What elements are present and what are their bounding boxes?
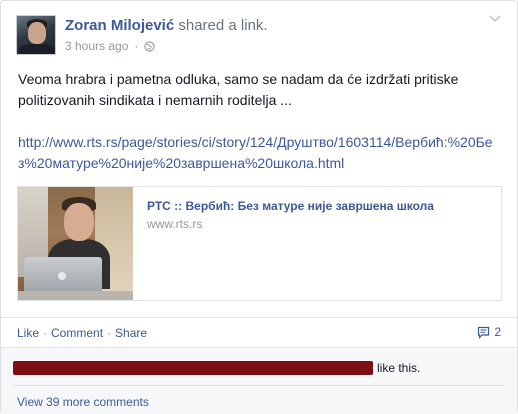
feedback-area: like this. View 39 more comments: [1, 347, 517, 414]
link-preview[interactable]: РТС :: Вербић: Без матуре није завршена …: [17, 186, 502, 301]
post-actions: Like · Comment · Share: [17, 326, 147, 340]
feedback-divider: [13, 385, 505, 386]
comment-icon: [478, 326, 490, 339]
comments-count-value: 2: [494, 325, 501, 339]
action-separator: ·: [107, 326, 112, 340]
comment-button[interactable]: Comment: [51, 326, 103, 340]
preview-thumbnail[interactable]: [18, 187, 133, 300]
action-separator: ·: [43, 326, 48, 340]
post-meta: 3 hours ago ·: [65, 39, 156, 53]
post-link[interactable]: http://www.rts.rs/page/stories/ci/story/…: [18, 132, 508, 174]
globe-icon[interactable]: [144, 40, 156, 52]
share-button[interactable]: Share: [115, 326, 147, 340]
author-name[interactable]: Zoran Milojević: [65, 17, 174, 34]
likes-row: like this.: [13, 361, 420, 375]
post-body: Veoma hrabra i pametna odluka, samo se n…: [18, 71, 459, 108]
view-more-comments[interactable]: View 39 more comments: [17, 395, 149, 409]
likes-suffix: like this.: [377, 361, 421, 375]
author-avatar[interactable]: [16, 15, 56, 55]
redacted-names: [13, 361, 373, 375]
dot-separator: ·: [134, 39, 139, 53]
preview-domain: www.rts.rs: [147, 217, 203, 231]
preview-title[interactable]: РТС :: Вербић: Без матуре није завршена …: [147, 199, 434, 213]
chevron-down-icon[interactable]: [489, 15, 501, 23]
comments-count[interactable]: 2: [477, 325, 501, 339]
post-card: Zoran Milojević shared a link. 3 hours a…: [0, 0, 518, 414]
divider: [1, 317, 517, 318]
post-timestamp[interactable]: 3 hours ago: [65, 39, 128, 53]
post-header: Zoran Milojević shared a link.: [65, 17, 268, 34]
post-action-text: shared a link.: [174, 17, 268, 34]
like-button[interactable]: Like: [17, 326, 39, 340]
